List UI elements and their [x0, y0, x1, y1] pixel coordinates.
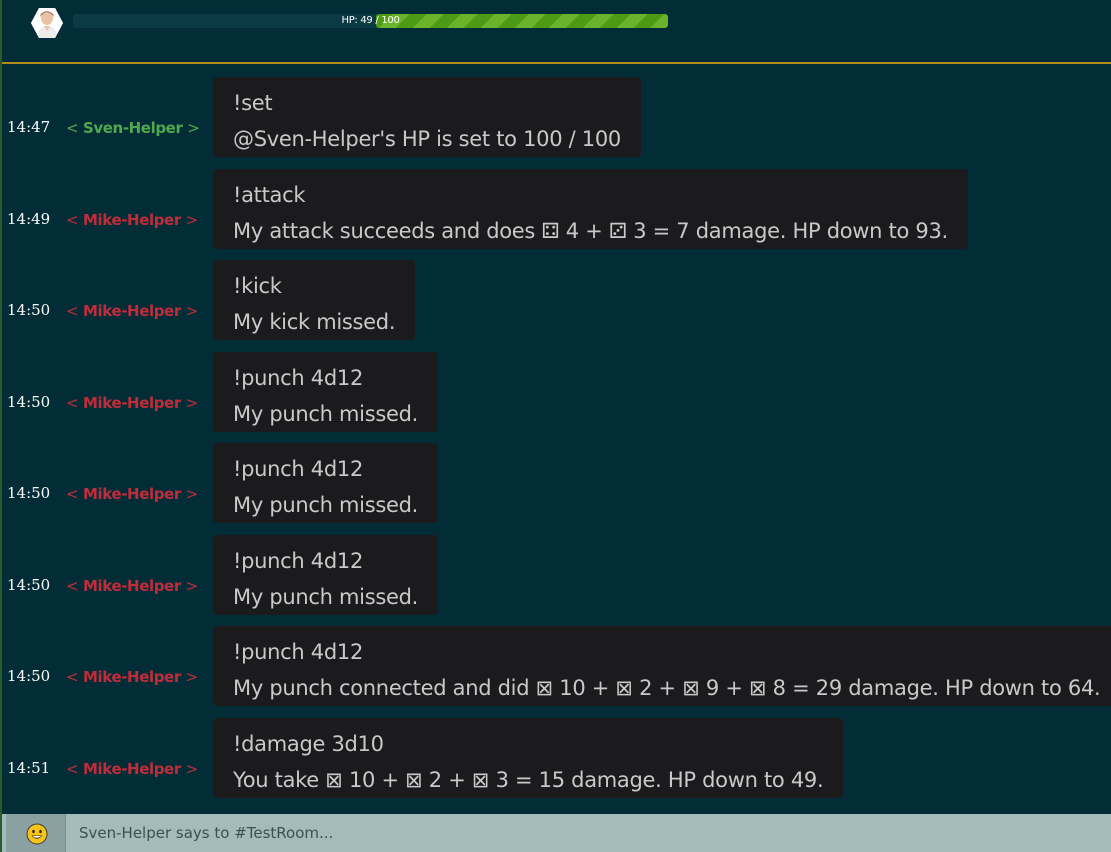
author-name: Mike-Helper: [83, 759, 181, 778]
message-response: You take ⊠ 10 + ⊠ 2 + ⊠ 3 = 15 damage. H…: [233, 767, 824, 792]
message-response: @Sven-Helper's HP is set to 100 / 100: [233, 127, 621, 151]
nick-close-bracket: >: [185, 302, 199, 320]
message-author[interactable]: < Mike-Helper >: [66, 577, 198, 595]
message-author[interactable]: < Mike-Helper >: [66, 485, 198, 503]
nick-close-bracket: >: [185, 485, 199, 503]
author-name: Mike-Helper: [83, 210, 181, 229]
message-bubble: !set @Sven-Helper's HP is set to 100 / 10…: [213, 77, 641, 157]
message-response: My attack succeeds and does ⚃ 4 + ⚂ 3 = …: [233, 218, 948, 243]
author-name: Mike-Helper: [83, 302, 181, 320]
message-row: 14:49 < Mike-Helper > !attack My attack suc…: [2, 158, 1111, 249]
message-timestamp: 14:47: [7, 118, 51, 136]
message-bubble: !punch 4d12 My punch missed.: [213, 534, 438, 615]
message-response: My punch connected and did ⊠ 10 + ⊠ 2 + …: [233, 676, 1101, 700]
message-timestamp: 14:51: [7, 758, 51, 777]
message-bubble: !punch 4d12 My punch connected and did ⊠ …: [213, 626, 1111, 706]
nick-open-bracket: <: [66, 393, 79, 412]
nick-open-bracket: <: [66, 210, 79, 229]
message-bubble: !punch 4d12 My punch missed.: [213, 351, 438, 432]
hp-label: HP: 49 / 100: [341, 15, 400, 26]
nick-close-bracket: >: [185, 210, 199, 229]
message-author[interactable]: < Mike-Helper >: [66, 302, 198, 320]
message-timestamp: 14:49: [7, 209, 51, 228]
message-command: !punch 4d12: [233, 365, 364, 390]
message-author[interactable]: < Mike-Helper >: [66, 394, 198, 412]
message-author[interactable]: < Mike-Helper >: [66, 760, 198, 778]
nick-open-bracket: <: [66, 302, 79, 320]
message-response: My punch missed.: [233, 401, 418, 426]
author-name: Sven-Helper: [83, 119, 183, 137]
message-row: 14:47 < Sven-Helper > !set @Sven-Helper's H…: [2, 66, 1111, 157]
nick-close-bracket: >: [185, 393, 199, 412]
author-name: Mike-Helper: [83, 393, 181, 412]
message-bubble: !kick My kick missed.: [213, 260, 416, 340]
message-timestamp: 14:50: [7, 575, 51, 594]
message-author[interactable]: < Mike-Helper >: [66, 211, 198, 229]
emoji-button[interactable]: [6, 814, 66, 852]
message-timestamp: 14:50: [7, 667, 51, 685]
message-response: My kick missed.: [233, 310, 396, 334]
message-command: !kick: [233, 274, 282, 298]
nick-close-bracket: >: [185, 668, 199, 686]
nick-close-bracket: >: [185, 759, 199, 778]
input-bar: [2, 814, 1111, 852]
message-timestamp: 14:50: [7, 392, 51, 411]
nick-close-bracket: >: [185, 576, 199, 595]
chat-app: HP: 49 / 100 14:47 < Sven-Helper > !set @Sv…: [0, 0, 1111, 852]
author-name: Mike-Helper: [83, 668, 181, 686]
message-response: My punch missed.: [233, 493, 418, 517]
message-row: 14:50 < Mike-Helper > !punch 4d12 My punch …: [2, 615, 1111, 706]
message-author[interactable]: < Sven-Helper >: [66, 119, 200, 137]
header: HP: 49 / 100: [2, 0, 1111, 64]
smiley-emoji-icon: [26, 823, 48, 845]
message-bubble: !damage 3d10 You take ⊠ 10 + ⊠ 2 + ⊠ 3 = …: [213, 717, 844, 798]
message-row: 14:50 < Mike-Helper > !punch 4d12 My punch …: [2, 341, 1111, 432]
hp-bar: HP: 49 / 100: [73, 14, 668, 28]
message-author[interactable]: < Mike-Helper >: [66, 668, 198, 686]
message-command: !attack: [233, 182, 306, 207]
nick-close-bracket: >: [187, 119, 200, 137]
message-row: 14:51 < Mike-Helper > !damage 3d10 You take…: [2, 707, 1111, 798]
nick-open-bracket: <: [66, 759, 79, 778]
message-bubble: !punch 4d12 My punch missed.: [213, 443, 438, 523]
message-list[interactable]: 14:47 < Sven-Helper > !set @Sven-Helper's H…: [2, 66, 1111, 814]
author-name: Mike-Helper: [83, 576, 181, 595]
nick-open-bracket: <: [66, 119, 79, 137]
author-name: Mike-Helper: [83, 485, 181, 503]
message-command: !set: [233, 91, 273, 115]
chat-message-input[interactable]: [67, 814, 1107, 852]
message-bubble: !attack My attack succeeds and does ⚃ 4 +…: [213, 168, 968, 249]
message-command: !damage 3d10: [233, 731, 384, 756]
message-command: !punch 4d12: [233, 640, 364, 664]
message-command: !punch 4d12: [233, 548, 364, 573]
message-row: 14:50 < Mike-Helper > !punch 4d12 My punch …: [2, 524, 1111, 615]
message-row: 14:50 < Mike-Helper > !punch 4d12 My punch …: [2, 432, 1111, 523]
nick-open-bracket: <: [66, 668, 79, 686]
message-row: 14:50 < Mike-Helper > !kick My kick missed.: [2, 249, 1111, 340]
message-timestamp: 14:50: [7, 301, 51, 319]
message-response: My punch missed.: [233, 584, 418, 609]
message-command: !punch 4d12: [233, 457, 364, 481]
nick-open-bracket: <: [66, 485, 79, 503]
message-timestamp: 14:50: [7, 484, 51, 502]
nick-open-bracket: <: [66, 576, 79, 595]
avatar-portrait-icon: [31, 7, 63, 39]
user-avatar[interactable]: [31, 7, 63, 39]
